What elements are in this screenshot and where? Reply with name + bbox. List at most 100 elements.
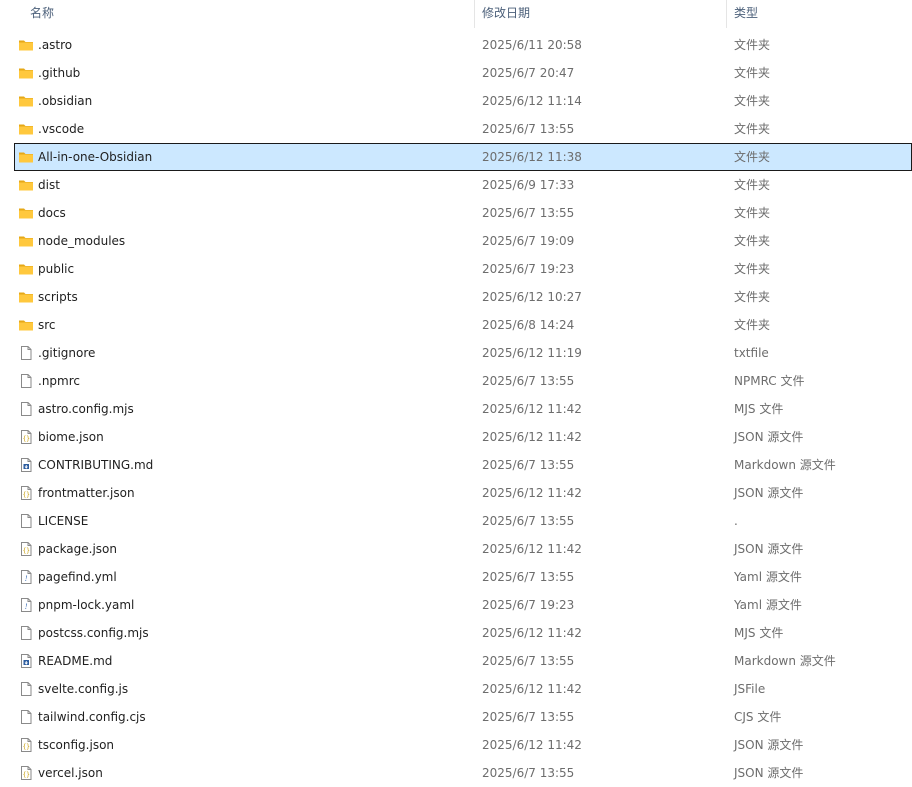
folder-row[interactable]: .vscode 2025/6/7 13:55 文件夹 [0,115,912,143]
file-type: JSON 源文件 [734,542,804,556]
file-type: JSON 源文件 [734,766,804,780]
file-name: biome.json [38,430,104,444]
modified-date: 2025/6/12 11:42 [482,682,582,696]
file-row[interactable]: CONTRIBUTING.md 2025/6/7 13:55 Markdown 源文… [0,451,912,479]
json-file-icon: {} [18,765,34,781]
svg-text:{}: {} [23,772,30,779]
modified-date: 2025/6/8 14:24 [482,318,575,332]
file-row[interactable]: {} tsconfig.json 2025/6/12 11:42 JSON 源文件 [0,731,912,759]
file-row[interactable]: ! pagefind.yml 2025/6/7 13:55 Yaml 源文件 [0,563,912,591]
file-row[interactable]: {} frontmatter.json 2025/6/12 11:42 JSON 源… [0,479,912,507]
folder-icon [18,289,34,305]
svg-text:{}: {} [23,548,30,555]
file-row[interactable]: postcss.config.mjs 2025/6/12 11:42 MJS 文件 [0,619,912,647]
file-type: 文件夹 [734,234,771,248]
modified-date: 2025/6/12 11:42 [482,430,582,444]
folder-row[interactable]: public 2025/6/7 19:23 文件夹 [0,255,912,283]
file-row[interactable]: README.md 2025/6/7 13:55 Markdown 源文件 [0,647,912,675]
file-type: . [734,514,738,528]
modified-date: 2025/6/7 13:55 [482,710,575,724]
folder-icon [18,121,34,137]
file-row[interactable]: ! pnpm-lock.yaml 2025/6/7 19:23 Yaml 源文件 [0,591,912,619]
folder-icon [18,233,34,249]
svg-text:!: ! [25,575,28,583]
column-header-date[interactable]: 修改日期 [474,0,726,28]
file-type: JSON 源文件 [734,430,804,444]
modified-date: 2025/6/7 13:55 [482,374,575,388]
file-type: txtfile [734,346,769,360]
file-name: scripts [38,290,78,304]
file-type: 文件夹 [734,122,771,136]
file-type: MJS 文件 [734,402,784,416]
file-name: .github [38,66,81,80]
svg-text:{}: {} [23,436,30,443]
file-type: NPMRC 文件 [734,374,805,388]
svg-text:{}: {} [23,492,30,499]
file-name: CONTRIBUTING.md [38,458,154,472]
file-name: astro.config.mjs [38,402,134,416]
json-file-icon: {} [18,541,34,557]
column-header-name[interactable]: 名称 [0,0,474,28]
modified-date: 2025/6/12 11:19 [482,346,582,360]
file-type: 文件夹 [734,318,771,332]
file-type: JSFile [734,682,766,696]
file-type: 文件夹 [734,178,771,192]
file-row[interactable]: {} biome.json 2025/6/12 11:42 JSON 源文件 [0,423,912,451]
file-name: .obsidian [38,94,93,108]
yaml-file-icon: ! [18,569,34,585]
folder-row[interactable]: scripts 2025/6/12 10:27 文件夹 [0,283,912,311]
file-row[interactable]: astro.config.mjs 2025/6/12 11:42 MJS 文件 [0,395,912,423]
file-row[interactable]: .npmrc 2025/6/7 13:55 NPMRC 文件 [0,367,912,395]
file-row[interactable]: .gitignore 2025/6/12 11:19 txtfile [0,339,912,367]
file-name: vercel.json [38,766,103,780]
file-icon [18,401,34,417]
file-name: public [38,262,75,276]
folder-row[interactable]: src 2025/6/8 14:24 文件夹 [0,311,912,339]
file-type: CJS 文件 [734,710,782,724]
markdown-file-icon [18,653,34,669]
modified-date: 2025/6/12 11:42 [482,402,582,416]
markdown-file-icon [18,457,34,473]
file-name: tailwind.config.cjs [38,710,146,724]
file-name: svelte.config.js [38,682,129,696]
modified-date: 2025/6/7 13:55 [482,766,575,780]
file-name: .astro [38,38,73,52]
modified-date: 2025/6/7 13:55 [482,122,575,136]
folder-row[interactable]: .obsidian 2025/6/12 11:14 文件夹 [0,87,912,115]
file-row[interactable]: {} vercel.json 2025/6/7 13:55 JSON 源文件 [0,759,912,787]
folder-row[interactable]: dist 2025/6/9 17:33 文件夹 [0,171,912,199]
folder-icon [18,37,34,53]
file-row[interactable]: {} package.json 2025/6/12 11:42 JSON 源文件 [0,535,912,563]
file-type: 文件夹 [734,94,771,108]
modified-date: 2025/6/12 11:42 [482,542,582,556]
column-header-type[interactable]: 类型 [726,0,912,28]
folder-icon [18,261,34,277]
modified-date: 2025/6/9 17:33 [482,178,575,192]
file-row[interactable]: svelte.config.js 2025/6/12 11:42 JSFile [0,675,912,703]
file-name: node_modules [38,234,126,248]
file-type: JSON 源文件 [734,738,804,752]
folder-row[interactable]: .github 2025/6/7 20:47 文件夹 [0,59,912,87]
modified-date: 2025/6/7 19:09 [482,234,575,248]
file-name: LICENSE [38,514,89,528]
file-name: docs [38,206,66,220]
file-name: .gitignore [38,346,96,360]
file-row[interactable]: tailwind.config.cjs 2025/6/7 13:55 CJS 文件 [0,703,912,731]
folder-row[interactable]: All-in-one-Obsidian 2025/6/12 11:38 文件夹 [14,143,912,171]
file-name: dist [38,178,60,192]
modified-date: 2025/6/12 11:38 [482,150,582,164]
folder-row[interactable]: .astro 2025/6/11 20:58 文件夹 [0,31,912,59]
folder-icon [18,205,34,221]
file-name: tsconfig.json [38,738,115,752]
file-type: 文件夹 [734,66,771,80]
folder-row[interactable]: node_modules 2025/6/7 19:09 文件夹 [0,227,912,255]
file-icon [18,513,34,529]
file-row[interactable]: LICENSE 2025/6/7 13:55. [0,507,912,535]
file-name: pnpm-lock.yaml [38,598,135,612]
svg-text:!: ! [25,603,28,611]
modified-date: 2025/6/7 20:47 [482,66,575,80]
file-type: JSON 源文件 [734,486,804,500]
file-type: Markdown 源文件 [734,654,836,668]
modified-date: 2025/6/11 20:58 [482,38,582,52]
folder-row[interactable]: docs 2025/6/7 13:55 文件夹 [0,199,912,227]
